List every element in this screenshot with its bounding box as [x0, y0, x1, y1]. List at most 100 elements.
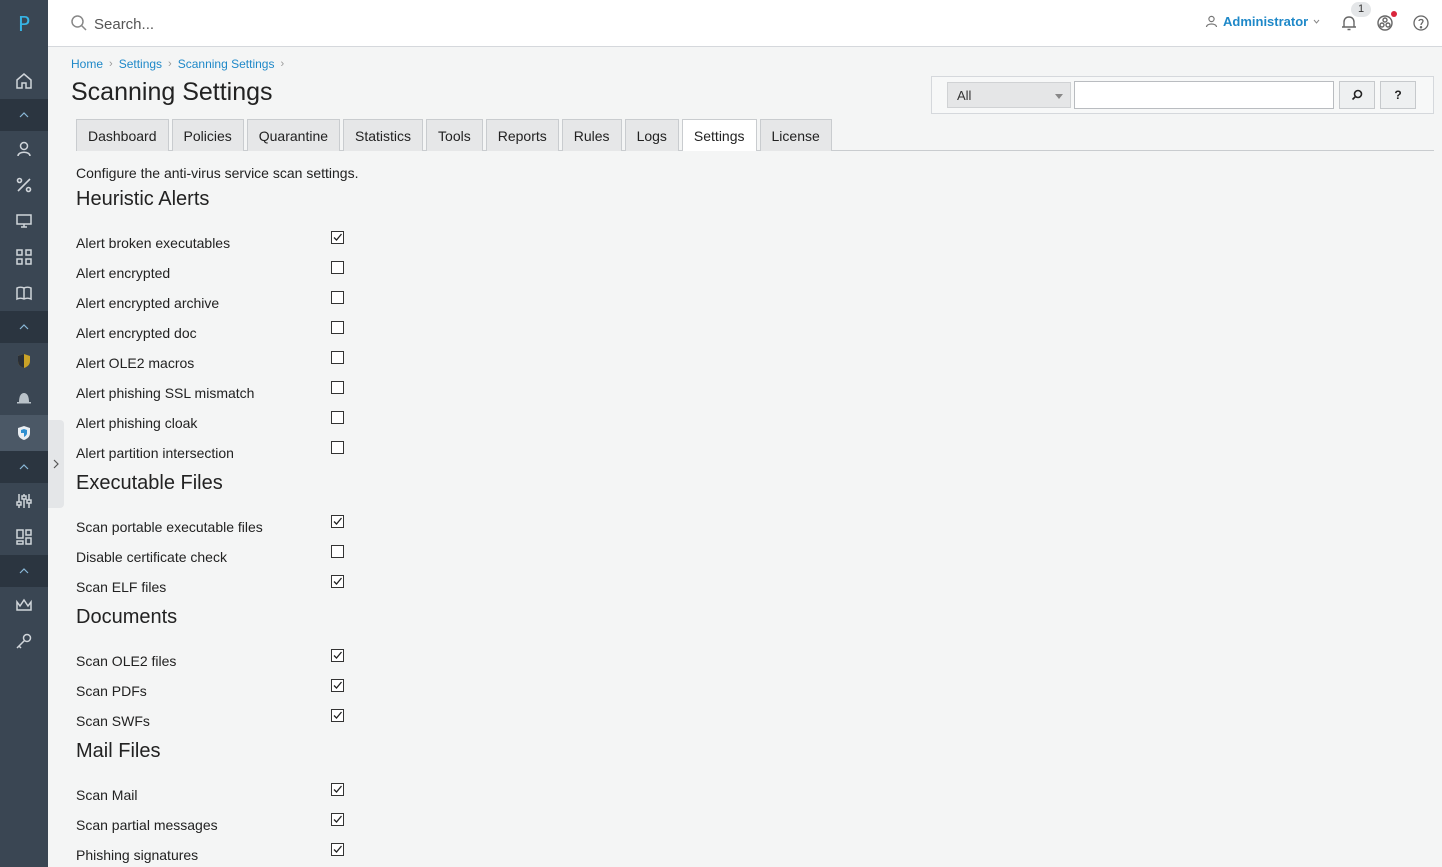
checkmark-icon	[333, 815, 342, 823]
setting-row: Scan SWFs	[76, 709, 356, 733]
tab-rules[interactable]: Rules	[561, 119, 622, 151]
setting-row: Scan ELF files	[76, 575, 356, 599]
crown-icon[interactable]	[0, 587, 48, 623]
setting-checkbox[interactable]	[331, 709, 344, 722]
tab-statistics[interactable]: Statistics	[343, 119, 424, 151]
chevron-down-icon	[1313, 19, 1320, 24]
setting-checkbox[interactable]	[331, 351, 344, 364]
checkmark-icon	[333, 785, 342, 793]
setting-label: Alert phishing SSL mismatch	[76, 385, 255, 401]
setting-checkbox[interactable]	[331, 231, 344, 244]
setting-checkbox[interactable]	[331, 441, 344, 454]
setting-label: Alert broken executables	[76, 235, 231, 251]
setting-row: Scan OLE2 files	[76, 649, 356, 673]
shield-icon[interactable]	[0, 343, 48, 379]
checkmark-icon	[333, 681, 342, 689]
bell-icon[interactable]	[1340, 14, 1358, 32]
help-button[interactable]: ?	[1380, 81, 1416, 109]
setting-label: Alert phishing cloak	[76, 415, 198, 431]
home-icon[interactable]	[0, 63, 48, 99]
filter-search-input[interactable]	[1074, 81, 1334, 109]
setting-checkbox[interactable]	[331, 291, 344, 304]
setting-checkbox[interactable]	[331, 843, 344, 856]
setting-label: Alert encrypted doc	[76, 325, 197, 341]
setting-checkbox[interactable]	[331, 381, 344, 394]
search-button[interactable]	[1339, 81, 1375, 109]
dashboard-icon[interactable]	[0, 519, 48, 555]
setting-row: Scan PDFs	[76, 679, 356, 703]
setting-row: Alert phishing cloak	[76, 411, 356, 435]
user-name: Administrator	[1223, 14, 1309, 29]
user-menu[interactable]: Administrator	[1205, 14, 1320, 29]
setting-label: Scan PDFs	[76, 683, 147, 699]
sidebar-collapse-3[interactable]	[0, 451, 48, 483]
chevron-right-icon: ›	[109, 58, 113, 70]
setting-checkbox[interactable]	[331, 545, 344, 558]
tab-policies[interactable]: Policies	[171, 119, 244, 151]
sidebar: P	[0, 0, 48, 867]
setting-row: Scan portable executable files	[76, 515, 356, 539]
alarm-icon[interactable]	[0, 379, 48, 415]
setting-label: Alert OLE2 macros	[76, 355, 195, 371]
sidebar-collapse-2[interactable]	[0, 311, 48, 343]
setting-row: Scan Mail	[76, 783, 356, 807]
grid-icon[interactable]	[0, 239, 48, 275]
user-icon[interactable]	[0, 131, 48, 167]
setting-checkbox[interactable]	[331, 813, 344, 826]
sidebar-expand-tab[interactable]	[48, 420, 64, 508]
chevron-right-icon	[53, 459, 59, 469]
section-title-mail-files: Mail Files	[76, 740, 161, 762]
setting-label: Alert partition intersection	[76, 445, 234, 461]
app-logo[interactable]: P	[0, 12, 48, 36]
setting-checkbox[interactable]	[331, 515, 344, 528]
topbar: Administrator 1	[48, 0, 1442, 47]
checkmark-icon	[333, 233, 342, 241]
network-icon[interactable]	[1376, 14, 1394, 32]
sidebar-collapse-1[interactable]	[0, 99, 48, 131]
setting-row: Scan partial messages	[76, 813, 356, 837]
setting-row: Alert partition intersection	[76, 441, 356, 465]
tab-reports[interactable]: Reports	[485, 119, 559, 151]
setting-row: Phishing signatures	[76, 843, 356, 867]
section-title-executable-files: Executable Files	[76, 472, 223, 494]
setting-checkbox[interactable]	[331, 783, 344, 796]
tab-quarantine[interactable]: Quarantine	[246, 119, 341, 151]
antivirus-icon[interactable]	[0, 415, 48, 451]
breadcrumb-home[interactable]: Home	[71, 57, 103, 71]
sliders-icon[interactable]	[0, 483, 48, 519]
tab-tools[interactable]: Tools	[426, 119, 483, 151]
tab-license[interactable]: License	[759, 119, 832, 151]
percent-icon[interactable]	[0, 167, 48, 203]
breadcrumb-scanning-settings[interactable]: Scanning Settings	[178, 57, 275, 71]
setting-label: Scan OLE2 files	[76, 653, 177, 669]
notification-count: 1	[1351, 2, 1371, 17]
filter-select[interactable]: All	[947, 82, 1071, 108]
tab-dashboard[interactable]: Dashboard	[76, 119, 169, 151]
setting-label: Alert encrypted archive	[76, 295, 220, 311]
filter-search-box: All ?	[931, 76, 1434, 114]
global-search-input[interactable]	[94, 12, 494, 36]
setting-checkbox[interactable]	[331, 261, 344, 274]
setting-row: Alert phishing SSL mismatch	[76, 381, 356, 405]
key-icon[interactable]	[0, 623, 48, 659]
sidebar-collapse-4[interactable]	[0, 555, 48, 587]
setting-checkbox[interactable]	[331, 649, 344, 662]
setting-row: Alert broken executables	[76, 231, 356, 255]
section-title-documents: Documents	[76, 606, 178, 628]
setting-checkbox[interactable]	[331, 321, 344, 334]
setting-row: Alert encrypted archive	[76, 291, 356, 315]
tab-logs[interactable]: Logs	[624, 119, 679, 151]
caret-down-icon	[1055, 94, 1063, 99]
setting-checkbox[interactable]	[331, 679, 344, 692]
setting-label: Disable certificate check	[76, 549, 227, 565]
checkmark-icon	[333, 711, 342, 719]
book-icon[interactable]	[0, 275, 48, 311]
breadcrumb-settings[interactable]: Settings	[119, 57, 162, 71]
help-icon[interactable]	[1412, 14, 1430, 32]
setting-label: Scan partial messages	[76, 817, 218, 833]
setting-label: Phishing signatures	[76, 847, 199, 863]
tab-settings[interactable]: Settings	[681, 119, 757, 151]
setting-checkbox[interactable]	[331, 575, 344, 588]
monitor-icon[interactable]	[0, 203, 48, 239]
setting-checkbox[interactable]	[331, 411, 344, 424]
